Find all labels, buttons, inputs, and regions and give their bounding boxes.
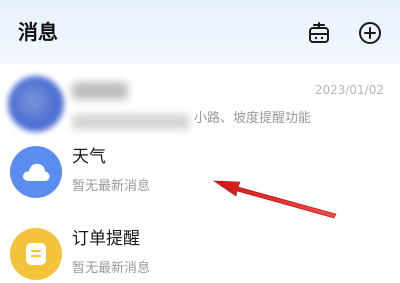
document-icon: [26, 243, 46, 265]
message-preview: 暂无最新消息: [72, 261, 151, 276]
blurred-avatar: [8, 76, 64, 132]
message-title: 天气: [72, 147, 106, 167]
message-item-order[interactable]: 订单提醒 暂无最新消息: [0, 220, 400, 283]
message-title: 订单提醒: [72, 229, 140, 249]
message-item-weather[interactable]: 天气 暂无最新消息: [0, 138, 400, 208]
robot-icon[interactable]: [306, 20, 332, 46]
page-title: 消息: [18, 20, 58, 44]
header-bar: 消息: [0, 0, 400, 64]
add-circle-icon[interactable]: [357, 20, 383, 46]
blurred-preview: [72, 114, 190, 130]
message-preview: 小路、坡度提醒功能: [194, 111, 312, 126]
message-preview: 暂无最新消息: [72, 179, 151, 194]
message-item-blurred[interactable]: 小路、坡度提醒功能 2023/01/02: [0, 72, 400, 142]
cloud-icon: [23, 163, 50, 181]
message-date: 2023/01/02: [314, 83, 384, 97]
weather-avatar: [10, 146, 62, 198]
order-avatar: [10, 228, 62, 280]
blurred-name: [72, 82, 128, 100]
